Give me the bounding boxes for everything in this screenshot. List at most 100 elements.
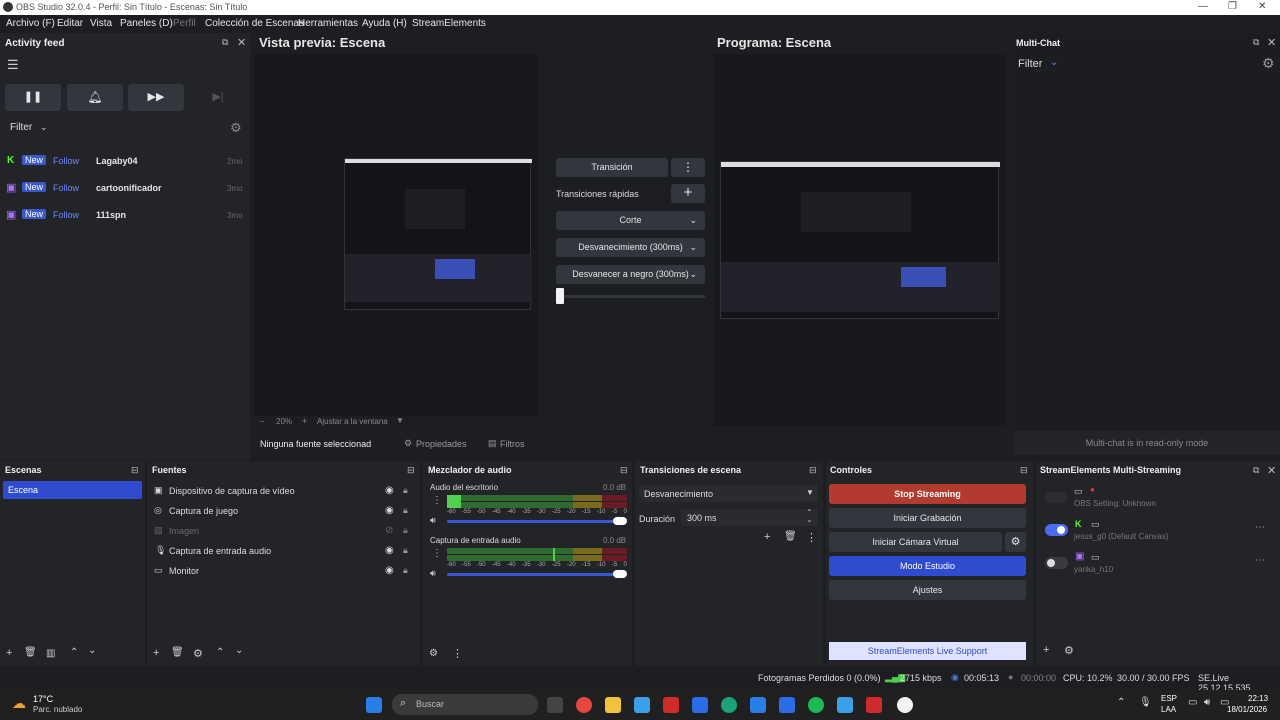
stream-toggle[interactable] xyxy=(1045,492,1067,503)
quick-transition-fade[interactable]: Desvanecimiento (300ms) ⌄ xyxy=(556,238,705,257)
live-support-button[interactable]: StreamElements Live Support xyxy=(829,642,1026,660)
app-icon[interactable] xyxy=(750,697,766,713)
start-virtual-camera-button[interactable]: Iniciar Cámara Virtual xyxy=(829,532,1002,552)
obs-icon[interactable] xyxy=(897,697,913,713)
stream-toggle[interactable] xyxy=(1045,524,1068,536)
chevron-down-icon[interactable]: ⌄ xyxy=(88,645,96,656)
add-icon[interactable]: + xyxy=(764,531,770,543)
chevron-down-icon[interactable]: ⌄ xyxy=(1050,57,1058,68)
dock-menu-icon[interactable]: ⊟ xyxy=(1020,465,1028,476)
close-icon[interactable]: ✕ xyxy=(1267,36,1276,49)
virtual-camera-gear-icon[interactable]: ⚙ xyxy=(1005,532,1026,552)
chevron-down-icon[interactable]: ▼ xyxy=(396,416,404,425)
zoom-out-icon[interactable]: − xyxy=(260,417,265,426)
add-icon[interactable]: + xyxy=(153,647,159,659)
source-item[interactable]: 🎙︎ Captura de entrada audio ◉ 🔒︎ xyxy=(147,543,420,561)
app-icon[interactable] xyxy=(837,697,853,713)
tbar-slider-track[interactable] xyxy=(556,295,705,298)
filters-button[interactable]: Filtros xyxy=(500,439,525,449)
eye-hidden-icon[interactable]: ⊘ xyxy=(385,525,393,536)
filter-label[interactable]: Filter xyxy=(10,122,32,133)
more-options-icon[interactable]: ⋮ xyxy=(432,495,442,506)
app-icon[interactable] xyxy=(634,697,650,713)
volume-slider[interactable] xyxy=(447,573,623,576)
chevron-down-icon[interactable]: ⌄ xyxy=(235,645,243,656)
chevron-up-icon[interactable]: ⌃ xyxy=(1117,697,1125,708)
skip-button[interactable]: ▶▶ xyxy=(128,84,184,111)
menu-perfil[interactable]: Perfil xyxy=(173,18,196,29)
lock-icon[interactable]: 🔒︎ xyxy=(403,565,408,576)
network-icon[interactable]: ▭ xyxy=(1188,697,1197,708)
restore-icon[interactable]: ❐ xyxy=(1228,1,1237,12)
menu-herramientas[interactable]: Herramientas xyxy=(298,18,358,29)
duration-input[interactable]: 300 ms ⌃ ⌄ xyxy=(681,508,818,526)
scene-item[interactable]: Escena xyxy=(3,481,142,499)
lock-icon[interactable]: 🔒︎ xyxy=(403,505,408,516)
hamburger-icon[interactable]: ☰ xyxy=(7,57,19,73)
app-icon[interactable] xyxy=(663,697,679,713)
dock-menu-icon[interactable]: ⊟ xyxy=(809,465,817,476)
chrome-icon[interactable] xyxy=(576,697,592,713)
more-options-icon[interactable]: ⋮ xyxy=(806,531,817,544)
menu-archivo[interactable]: Archivo (F) xyxy=(6,18,55,29)
more-options-icon[interactable]: ⋯ xyxy=(1255,522,1265,533)
store-icon[interactable] xyxy=(692,697,708,713)
feed-item[interactable]: K New Follow Lagaby04 2mo xyxy=(0,152,250,172)
source-item[interactable]: ▭ Monitor ◉ 🔒︎ xyxy=(147,563,420,581)
close-icon[interactable]: ✕ xyxy=(1267,464,1276,477)
more-options-icon[interactable]: ⋮ xyxy=(432,548,442,559)
gear-icon[interactable]: ⚙ xyxy=(1064,644,1074,657)
transition-button[interactable]: Transición xyxy=(556,158,668,177)
gear-icon[interactable]: ⚙ xyxy=(429,648,438,659)
menu-coleccion[interactable]: Colección de Escenas xyxy=(205,18,304,29)
volume-slider[interactable] xyxy=(447,520,623,523)
filter-icon[interactable]: ▥ xyxy=(46,648,55,659)
microphone-icon[interactable]: 🎙︎ xyxy=(1139,697,1152,708)
add-icon[interactable]: + xyxy=(1043,644,1049,656)
chevron-down-icon[interactable]: ⌄ xyxy=(806,515,813,524)
eye-icon[interactable]: ◉ xyxy=(385,505,394,516)
spotify-icon[interactable] xyxy=(808,697,824,713)
filter-label[interactable]: Filter xyxy=(1018,58,1042,70)
feed-item[interactable]: ▣ New Follow 111spn 3mo xyxy=(0,206,250,226)
windows-start-icon[interactable] xyxy=(366,697,382,713)
search-box[interactable]: ⌕ Buscar xyxy=(392,694,538,715)
dock-menu-icon[interactable]: ⊟ xyxy=(407,465,415,476)
dock-menu-icon[interactable]: ⊟ xyxy=(131,465,139,476)
studio-mode-button[interactable]: Modo Estudio xyxy=(829,556,1026,576)
trash-icon[interactable]: 🗑︎ xyxy=(784,531,797,542)
clock-time[interactable]: 22:13 xyxy=(1248,694,1268,703)
settings-button[interactable]: Ajustes xyxy=(829,580,1026,600)
dock-menu-icon[interactable]: ⊟ xyxy=(620,465,628,476)
trash-icon[interactable]: 🗑︎ xyxy=(24,647,37,658)
more-options-icon[interactable]: ⋮ xyxy=(671,158,705,177)
language[interactable]: ESP xyxy=(1161,694,1177,703)
gear-icon[interactable]: ⚙ xyxy=(1262,55,1275,72)
skip-end-button[interactable]: ▶| xyxy=(190,84,246,111)
add-icon[interactable]: + xyxy=(6,647,12,659)
app-icon[interactable] xyxy=(866,697,882,713)
more-options-icon[interactable]: ⋮ xyxy=(452,647,463,660)
menu-streamelements[interactable]: StreamElements xyxy=(412,18,486,29)
quick-transition-corte[interactable]: Corte ⌄ xyxy=(556,211,705,230)
preview-canvas[interactable] xyxy=(255,54,538,416)
eye-icon[interactable]: ◉ xyxy=(385,565,394,576)
zoom-in-icon[interactable]: + xyxy=(302,416,307,426)
trash-icon[interactable]: 🗑︎ xyxy=(171,647,184,658)
tbar-slider-handle[interactable] xyxy=(556,288,564,304)
close-icon[interactable]: ✕ xyxy=(237,36,246,49)
more-options-icon[interactable]: ⋯ xyxy=(1255,555,1265,566)
lock-icon[interactable]: 🔒︎ xyxy=(403,485,408,496)
pause-button[interactable]: ❚❚ xyxy=(5,84,61,111)
edge-icon[interactable] xyxy=(721,697,737,713)
properties-button[interactable]: Propiedades xyxy=(416,439,467,449)
chevron-up-icon[interactable]: ⌃ xyxy=(216,647,224,658)
source-item[interactable]: ◎ Captura de juego ◉ 🔒︎ xyxy=(147,503,420,521)
eye-icon[interactable]: ◉ xyxy=(385,545,394,556)
minimize-icon[interactable]: — xyxy=(1198,1,1208,12)
menu-vista[interactable]: Vista xyxy=(90,18,112,29)
lock-icon[interactable]: 🔒︎ xyxy=(403,525,408,536)
chevron-down-icon[interactable]: ⌄ xyxy=(40,122,48,133)
gear-icon[interactable]: ⚙ xyxy=(230,120,242,136)
docs-icon[interactable] xyxy=(779,697,795,713)
